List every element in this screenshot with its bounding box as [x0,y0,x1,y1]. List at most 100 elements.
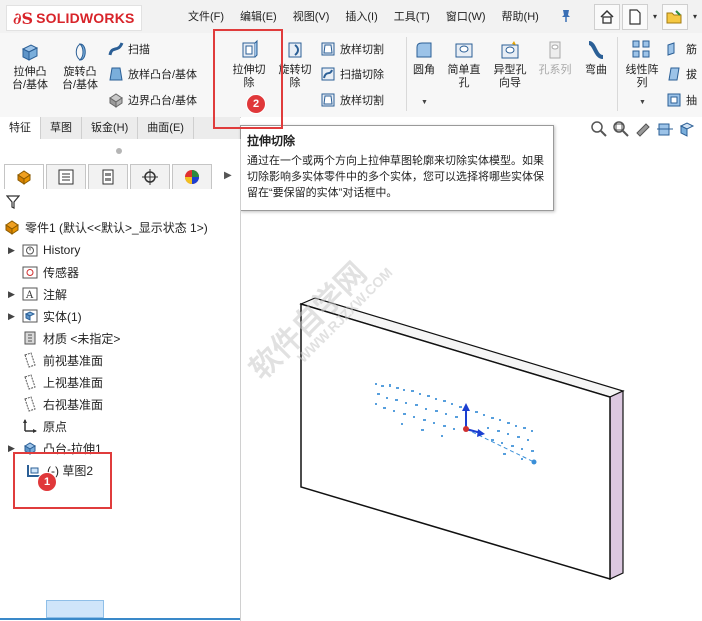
expand-arrow-icon[interactable]: ▶ [8,289,18,300]
bend-button[interactable]: 弯曲 [581,39,611,77]
tree-item-label: History [43,243,81,257]
fillet-button[interactable]: 圆角 [410,39,438,77]
tree-item-label: 原点 [43,419,68,434]
expand-arrow-icon[interactable]: ▶ [8,311,18,322]
filter-icon[interactable] [6,194,20,210]
loft-boss-icon [109,67,123,81]
tree-item-label: 上视基准面 [43,375,104,390]
previous-view-icon[interactable] [634,120,652,138]
sweep-button[interactable]: 扫描 [108,39,150,59]
pin-icon[interactable] [560,9,572,23]
loft-cut-2-label: 放样切割 [340,95,384,107]
tree-item-front-plane[interactable]: 前视基准面 [22,350,103,370]
home-icon[interactable] [594,4,620,30]
tree-item-label: 右视基准面 [43,397,104,412]
zoom-area-icon[interactable] [612,120,630,138]
tab-sheet-metal[interactable]: 钣金(H) [82,117,139,139]
linear-pattern-label-1: 线性阵 [625,64,659,76]
chevron-down-icon[interactable]: ▾ [650,4,660,28]
sweep-cut-icon [321,67,335,81]
tree-item-annotations[interactable]: ▶ A 注解 [8,284,67,304]
menu-edit[interactable]: 编辑(E) [232,8,285,26]
chevron-down-icon[interactable]: ▼ [421,99,428,106]
tab-surfaces[interactable]: 曲面(E) [138,117,194,139]
hole-series-button[interactable]: 孔系列 [535,39,575,77]
revolve-boss-label-1: 旋转凸 [63,66,97,78]
revolve-boss-label-2: 台/基体 [61,79,99,91]
zoom-to-fit-icon[interactable] [590,120,608,138]
bend-icon [588,41,604,59]
property-list-icon [58,169,74,185]
loft-cut-2-button[interactable]: 放样切割 [320,90,384,110]
view-orientation-icon[interactable] [678,120,696,138]
display-manager-tab[interactable] [172,164,212,189]
tab-features[interactable]: 特征 [0,117,41,139]
tree-item-label: 前视基准面 [43,353,104,368]
panel-grip-handle[interactable] [116,148,122,154]
revolve-cut-label-2: 除 [289,77,301,89]
loft-cut-button[interactable]: 放样切割 [320,39,384,59]
draft-icon [668,67,680,81]
expand-arrow-icon[interactable]: ▶ [8,245,18,256]
chevron-down-icon[interactable]: ▼ [639,99,646,106]
selected-row-highlight [46,600,104,618]
feature-manager-tab[interactable] [4,164,44,189]
hole-series-label: 孔系列 [538,64,572,76]
tooltip-title: 拉伸切除 [247,134,296,148]
menu-tools[interactable]: 工具(T) [386,8,438,26]
logo-text: SOLIDWORKS [36,10,135,26]
tree-item-material[interactable]: 材质 <未指定> [22,328,120,348]
tree-item-right-plane[interactable]: 右视基准面 [22,394,103,414]
tree-root-part[interactable]: 零件1 (默认<<默认>_显示状态 1>) [4,217,208,237]
highlight-box-step-1 [13,452,112,509]
hole-wizard-button[interactable]: 异型孔 向导 [489,39,531,90]
plane-icon [24,396,36,412]
solid-body-icon [22,309,38,323]
boundary-boss-button[interactable]: 边界凸台/基体 [108,90,197,110]
fillet-label: 圆角 [413,64,435,76]
chevron-down-icon[interactable]: ▾ [690,4,700,28]
property-manager-tab[interactable] [46,164,86,189]
tree-item-history[interactable]: ▶ History [8,240,80,260]
manager-tabs [4,164,236,190]
chevron-right-icon[interactable]: ▶ [224,170,232,181]
draft-button[interactable]: 拔 [666,64,697,84]
new-document-icon[interactable] [622,4,648,30]
tree-item-solid-bodies[interactable]: ▶ 实体(1) [8,306,82,326]
tree-item-label: 传感器 [43,265,80,280]
sweep-cut-button[interactable]: 扫描切除 [320,64,384,84]
extrude-boss-button[interactable]: 拉伸凸 台/基体 [8,41,52,92]
section-view-icon[interactable] [656,120,674,138]
tree-item-origin[interactable]: 原点 [22,416,67,436]
menu-bar: 文件(F) 编辑(E) 视图(V) 插入(I) 工具(T) 窗口(W) 帮助(H… [180,8,547,26]
dimxpert-manager-tab[interactable] [130,164,170,189]
menu-window[interactable]: 窗口(W) [438,8,494,26]
rib-icon [667,42,675,56]
ribbon-separator [406,37,407,111]
origin-icon [23,419,37,433]
tree-item-sensors[interactable]: 传感器 [22,262,79,282]
tree-item-top-plane[interactable]: 上视基准面 [22,372,103,392]
menu-help[interactable]: 帮助(H) [494,8,547,26]
solidworks-logo[interactable]: ∂S SOLIDWORKS [6,5,142,31]
tab-sketch[interactable]: 草图 [41,117,82,139]
menu-view[interactable]: 视图(V) [285,8,338,26]
plane-icon [24,374,36,390]
linear-pattern-button[interactable]: 线性阵 列 [622,39,662,90]
rib-button[interactable]: 筋 [666,39,697,59]
simple-hole-button[interactable]: 简单直 孔 [444,39,484,90]
revolve-boss-button[interactable]: 旋转凸 台/基体 [58,41,102,92]
open-folder-icon[interactable] [662,4,688,30]
rollback-bar[interactable] [0,618,240,620]
configuration-manager-tab[interactable] [88,164,128,189]
menu-insert[interactable]: 插入(I) [337,8,385,26]
bend-label: 弯曲 [585,64,607,76]
plane-icon [24,352,36,368]
extrude-boss-label-1: 拉伸凸 [13,66,47,78]
loft-boss-button[interactable]: 放样凸台/基体 [108,64,197,84]
command-manager-tabs: 特征 草图 钣金(H) 曲面(E) [0,117,240,140]
feature-tree-icon [17,170,31,185]
annotation-icon: A [22,287,38,301]
shell-button[interactable]: 抽 [666,90,697,110]
menu-file[interactable]: 文件(F) [180,8,232,26]
